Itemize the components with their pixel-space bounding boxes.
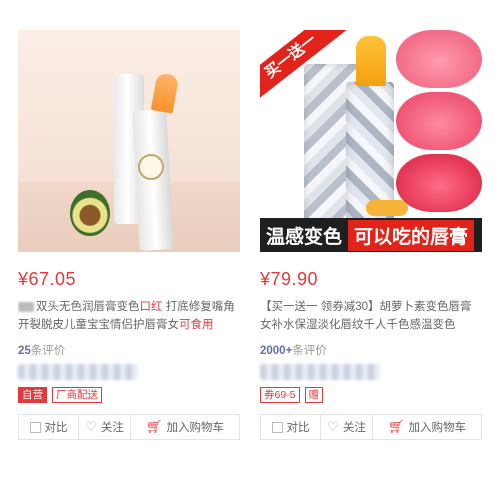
honey-decoration xyxy=(366,200,408,216)
brand-seal xyxy=(138,154,164,180)
product-image[interactable] xyxy=(18,30,240,252)
review-number: 25 xyxy=(18,345,31,357)
shop-name-blurred[interactable] xyxy=(18,364,138,380)
action-bar: 对比 ♡ 关注 🛒︎ 加入购物车 xyxy=(260,414,482,440)
product-price: ¥79.90 xyxy=(260,269,319,289)
compare-label: 对比 xyxy=(286,422,310,434)
follow-button[interactable]: ♡ 关注 xyxy=(79,415,131,439)
review-suffix: 条评价 xyxy=(292,345,327,357)
review-number: 2000+ xyxy=(260,345,293,357)
lips-swatch xyxy=(396,30,482,88)
checkbox-icon xyxy=(29,421,41,433)
avocado-decoration xyxy=(70,190,110,236)
checkbox-icon xyxy=(271,421,283,433)
lip-balm-tube-front xyxy=(132,109,174,251)
action-bar: 对比 ♡ 关注 🛒︎ 加入购物车 xyxy=(18,414,240,440)
tag-vendor-delivery: 厂商配送 xyxy=(52,387,102,403)
review-count[interactable]: 25条评价 xyxy=(18,342,240,358)
title-highlight: 可食用 xyxy=(179,319,214,331)
title-highlight: 口红 xyxy=(139,301,163,313)
compare-button[interactable]: 对比 xyxy=(261,415,321,439)
tag-gift: 赠 xyxy=(304,387,324,403)
lip-balm-tip xyxy=(150,72,180,114)
product-card: ¥67.05 双头无色润唇膏变色口红 打底修复嘴角开裂脱皮儿童宝宝情侣护唇膏女可… xyxy=(18,30,240,440)
product-card: 买一送一 温感变色 可以吃的唇膏 ¥79.90 【买一送一 领券减30】胡萝卜素… xyxy=(260,30,482,440)
review-count[interactable]: 2000+条评价 xyxy=(260,342,482,358)
lips-swatch xyxy=(396,92,482,150)
tag-self-operated: 自营 xyxy=(18,387,47,403)
follow-label: 关注 xyxy=(100,422,124,434)
blurred-brand xyxy=(18,301,34,312)
banner-highlight: 可以吃的唇膏 xyxy=(348,219,475,251)
add-to-cart-button[interactable]: 🛒︎ 加入购物车 xyxy=(373,415,481,439)
heart-icon: ♡ xyxy=(85,419,97,434)
product-title[interactable]: 双头无色润唇膏变色口红 打底修复嘴角开裂脱皮儿童宝宝情侣护唇膏女可食用 xyxy=(18,298,240,334)
product-price: ¥67.05 xyxy=(18,269,77,289)
product-title[interactable]: 【买一送一 领券减30】胡萝卜素变色唇膏女补水保湿淡化唇纹千人千色感温变色 xyxy=(260,298,482,334)
banner-text: 温感变色 xyxy=(266,226,343,248)
add-cart-label: 加入购物车 xyxy=(408,422,467,434)
product-image[interactable]: 买一送一 温感变色 可以吃的唇膏 xyxy=(260,30,482,252)
follow-button[interactable]: ♡ 关注 xyxy=(321,415,373,439)
shop-name-blurred[interactable] xyxy=(260,364,380,380)
compare-button[interactable]: 对比 xyxy=(19,415,79,439)
add-cart-label: 加入购物车 xyxy=(166,422,225,434)
cart-icon: 🛒︎ xyxy=(387,419,405,434)
cart-icon: 🛒︎ xyxy=(145,419,163,434)
tag-coupon: 券69-5 xyxy=(260,387,300,403)
image-banner: 温感变色 可以吃的唇膏 xyxy=(260,218,482,252)
product-tags: 券69-5 赠 xyxy=(260,387,482,403)
compare-label: 对比 xyxy=(44,422,68,434)
follow-label: 关注 xyxy=(342,422,366,434)
title-text: 双头无色润唇膏变色 xyxy=(36,301,140,313)
review-suffix: 条评价 xyxy=(30,345,66,357)
lips-swatch xyxy=(396,154,482,212)
lipstick-bullet xyxy=(356,36,386,86)
heart-icon: ♡ xyxy=(327,419,339,434)
product-tags: 自营 厂商配送 xyxy=(18,387,240,403)
add-to-cart-button[interactable]: 🛒︎ 加入购物车 xyxy=(131,415,239,439)
